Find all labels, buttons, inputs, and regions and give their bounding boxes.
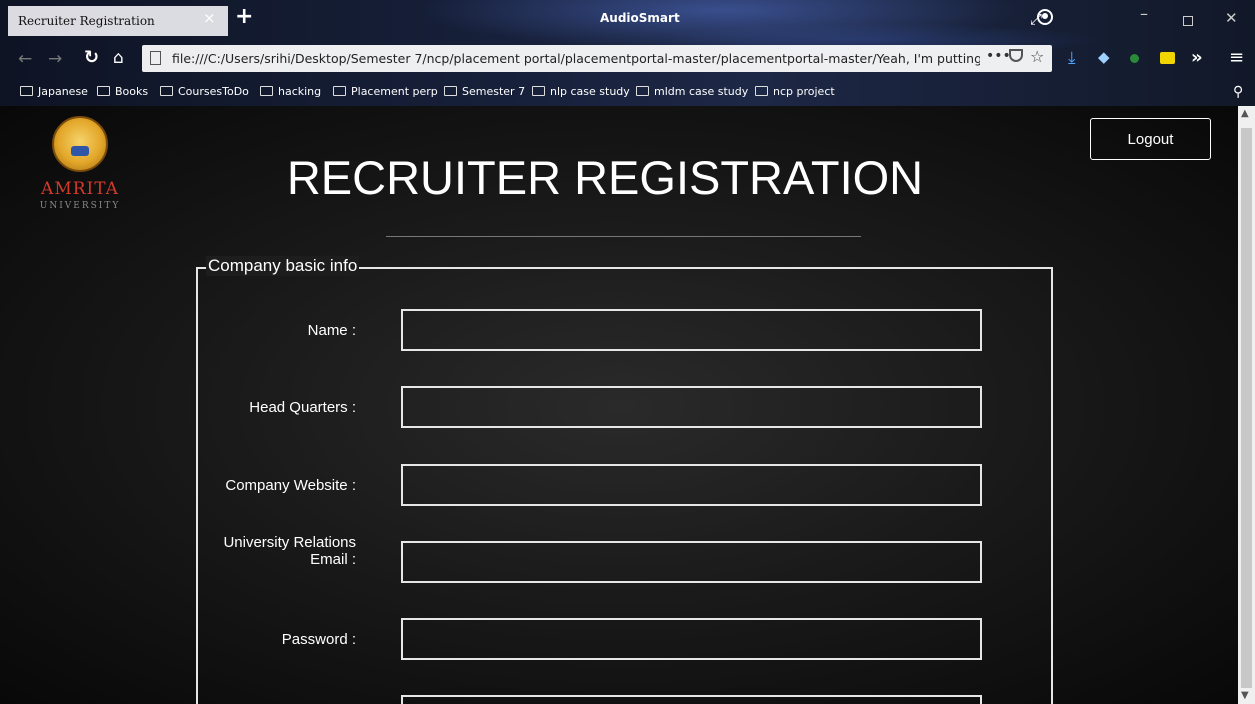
scroll-up-icon[interactable]: ▲	[1241, 108, 1249, 119]
extension-dot-icon[interactable]	[1130, 54, 1139, 63]
logo-name: AMRITA	[41, 179, 119, 199]
page-actions-icon[interactable]: •••	[986, 48, 1011, 64]
title-divider	[386, 236, 861, 237]
password-input[interactable]	[401, 618, 982, 660]
back-arrow-icon[interactable]: ←	[18, 49, 32, 69]
tab-recruiter-registration[interactable]: Recruiter Registration	[8, 6, 228, 36]
bookmark-folder[interactable]: mldm case study	[636, 85, 748, 98]
reload-icon[interactable]: ↻	[84, 47, 99, 68]
bookmark-folder[interactable]: CoursesToDo	[160, 85, 249, 98]
bookmark-folder[interactable]: Placement perp	[333, 85, 438, 98]
password-label: Password :	[281, 631, 356, 648]
bookmark-folder[interactable]: Japanese	[20, 85, 88, 98]
head-quarters-input[interactable]	[401, 386, 982, 428]
extension-note-icon[interactable]	[1160, 52, 1175, 64]
folder-icon	[532, 86, 545, 96]
company-website-input[interactable]	[401, 464, 982, 506]
maximize-icon[interactable]	[1183, 16, 1193, 26]
next-field-input[interactable]	[401, 695, 982, 704]
forward-arrow-icon[interactable]: →	[48, 49, 62, 69]
fieldset-legend: Company basic info	[206, 256, 360, 276]
home-icon[interactable]: ⌂	[113, 48, 124, 68]
url-text[interactable]: file:///C:/Users/srihi/Desktop/Semester …	[172, 51, 980, 66]
university-relations-email-label: University Relations Email :	[223, 534, 356, 568]
url-bar[interactable]: file:///C:/Users/srihi/Desktop/Semester …	[142, 45, 1052, 72]
bookmark-folder[interactable]: Books	[97, 85, 148, 98]
folder-icon	[20, 86, 33, 96]
minimize-icon[interactable]: –	[1140, 4, 1148, 23]
folder-icon	[444, 86, 457, 96]
scroll-thumb[interactable]	[1241, 128, 1252, 688]
page-title: RECRUITER REGISTRATION	[286, 151, 924, 204]
head-quarters-label: Head Quarters :	[249, 399, 356, 416]
bookmarks-tool-icon[interactable]: ⚲	[1233, 84, 1243, 100]
window-title: AudioSmart	[600, 11, 680, 25]
pocket-icon[interactable]	[1009, 49, 1023, 62]
bookmarks-bar: Japanese Books CoursesToDo hacking Place…	[0, 80, 1255, 104]
folder-icon	[636, 86, 649, 96]
tab-close-icon[interactable]: ×	[203, 9, 216, 27]
nav-bar: ← → ↻ ⌂ file:///C:/Users/srihi/Desktop/S…	[0, 40, 1255, 78]
university-logo: AMRITA UNIVERSITY	[30, 116, 130, 216]
page-icon	[150, 51, 161, 65]
overflow-chevron-icon[interactable]: »	[1191, 47, 1203, 68]
tab-strip: Recruiter Registration × + AudioSmart ⤢ …	[0, 0, 1255, 40]
account-icon[interactable]	[1037, 9, 1053, 25]
close-window-icon[interactable]: ✕	[1225, 9, 1238, 27]
logout-button[interactable]: Logout	[1090, 118, 1211, 160]
new-tab-button[interactable]: +	[235, 4, 253, 29]
seal-icon	[52, 116, 108, 172]
folder-icon	[160, 86, 173, 96]
university-relations-email-input[interactable]	[401, 541, 982, 583]
bookmark-folder[interactable]: nlp case study	[532, 85, 630, 98]
bookmark-folder[interactable]: Semester 7	[444, 85, 525, 98]
browser-chrome: Recruiter Registration × + AudioSmart ⤢ …	[0, 0, 1255, 106]
folder-icon	[755, 86, 768, 96]
page-content: AMRITA UNIVERSITY Logout RECRUITER REGIS…	[0, 106, 1238, 704]
folder-icon	[333, 86, 346, 96]
hamburger-menu-icon[interactable]: ≡	[1229, 47, 1244, 68]
download-icon[interactable]: ⤓	[1068, 48, 1076, 68]
vertical-scrollbar[interactable]: ▲ ▼	[1238, 106, 1255, 704]
logo-subtitle: UNIVERSITY	[39, 201, 121, 211]
folder-icon	[260, 86, 273, 96]
folder-icon	[97, 86, 110, 96]
bookmark-star-icon[interactable]: ☆	[1030, 47, 1044, 66]
scroll-down-icon[interactable]: ▼	[1241, 690, 1249, 701]
name-label: Name :	[307, 322, 356, 339]
company-website-label: Company Website :	[225, 477, 356, 494]
name-input[interactable]	[401, 309, 982, 351]
bookmark-folder[interactable]: hacking	[260, 85, 321, 98]
bookmark-folder[interactable]: ncp project	[755, 85, 835, 98]
tab-title: Recruiter Registration	[18, 14, 155, 28]
extension-gem-icon[interactable]: ◆	[1098, 48, 1110, 66]
